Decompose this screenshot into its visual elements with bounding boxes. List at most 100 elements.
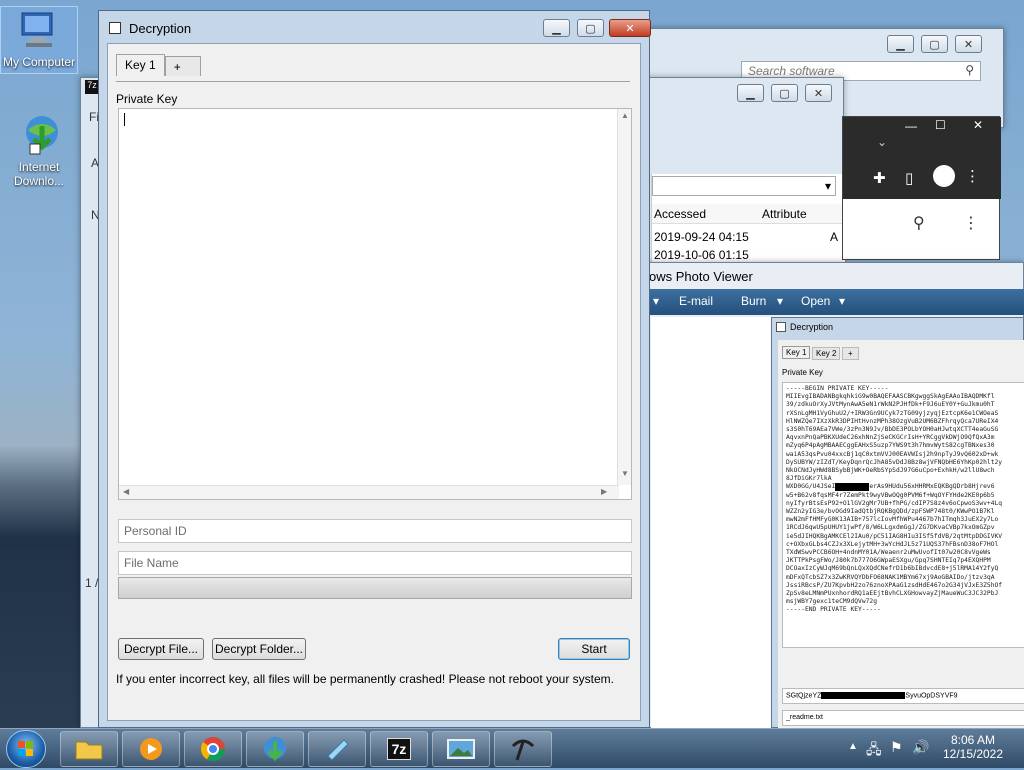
key-line: mDFxQTcbSZ7x3ZwKRVQYDbFO68NAK1MBYm67xj9A… — [786, 573, 995, 581]
desktop-icon-my-computer[interactable]: My Computer — [0, 6, 78, 74]
search-icon[interactable]: ⚲ — [913, 213, 925, 233]
key-line: NkOCNdJyHWd8BSybBjWK+OeRbSYpSdJ97G6uCpo+… — [786, 467, 995, 475]
window-title: Decryption — [129, 21, 192, 36]
maximize-button[interactable]: ▢ — [577, 19, 604, 37]
open-menu[interactable]: Open — [801, 294, 830, 308]
taskbar-notepad[interactable] — [308, 731, 366, 767]
key-tabs: Key 1 + — [116, 54, 201, 76]
chevron-down-icon[interactable]: ▾ — [777, 294, 783, 308]
more-icon[interactable]: ⋮ — [963, 213, 979, 233]
key-line: 39/zdkuOrXyJVtMynAwA5eN1rWkN2PJHfDk+F9J6… — [786, 401, 995, 409]
taskbar-explorer[interactable] — [60, 731, 118, 767]
key-line: nyIfyrBtsEsP92+O1lGV2gMr7UB+fhPG/cdIP7S8… — [786, 499, 1003, 507]
maximize-button[interactable]: ▢ — [921, 35, 948, 53]
key-line: 1RCdJ6qwU5pUHUY1jwPf/8/W6LLgxdmGgJ/ZG7DK… — [786, 524, 995, 532]
maximize-button[interactable]: ☐ — [935, 118, 946, 132]
volume-icon[interactable]: 🔊 — [912, 739, 929, 756]
close-button[interactable]: ✕ — [955, 35, 982, 53]
tab-add[interactable]: + — [164, 56, 201, 76]
minimize-button[interactable]: — — [905, 119, 917, 133]
scroll-left-icon[interactable]: ◀ — [123, 487, 129, 496]
clock-time: 8:06 AM — [950, 733, 996, 747]
taskbar-tool[interactable] — [494, 731, 552, 767]
key-line: HlNWZQe7IXzXkR3DPIHtHvnzMPh38OzgVuB2UM6B… — [786, 417, 999, 425]
private-key-textarea[interactable]: ▲ ▼ ◀ ▶ — [118, 108, 632, 500]
close-button[interactable]: ✕ — [609, 19, 651, 37]
minimize-button[interactable]: ▁ — [737, 84, 764, 102]
background-window-browser[interactable]: — ☐ ✕ ⌄ ✚ ▯ ⋮ ⚲ ⋮ — [842, 116, 1001, 260]
clock-date: 12/15/2022 — [942, 747, 1004, 761]
path-dropdown[interactable]: ▾ — [652, 176, 836, 196]
key-line: w5+B62v8fqsMF4r7ZemPkt9wyVBwOQg0PVM6f+Wq… — [786, 491, 995, 499]
network-icon[interactable]: 🖧 — [866, 739, 882, 763]
close-button[interactable]: ✕ — [973, 118, 983, 132]
key-line: WZZn2yIG3e/bvOGd9IadQtbjRQKBgQDd/zpFSWP7… — [786, 508, 995, 516]
decryption-client-area: Key 1 + Private Key ▲ ▼ ◀ ▶ Personal ID … — [107, 43, 641, 721]
key-line: c+OXbxGLbs4CZJx3XLejytMH+3wYcHdJL5z71UQS… — [786, 540, 999, 548]
taskbar-photo-viewer[interactable] — [432, 731, 490, 767]
personal-id-field: SGtQjzeYZ SyvuOpDSYVF9 — [782, 688, 1024, 704]
chevron-down-icon: ▾ — [824, 179, 831, 193]
clock[interactable]: 8:06 AM 12/15/2022 — [938, 733, 1008, 761]
scroll-up-icon[interactable]: ▲ — [621, 111, 629, 120]
scroll-right-icon[interactable]: ▶ — [601, 487, 607, 496]
key-line: ZpSv8eLMNmPUxnhordRQ1aEEjtBvhCLXGHowvayZ… — [786, 590, 999, 598]
tab-key-1[interactable]: Key 1 — [116, 54, 165, 76]
column-header-attribute[interactable]: Attribute — [762, 207, 807, 221]
decryption-window[interactable]: Decryption ▁ ▢ ✕ Key 1 + Private Key ▲ ▼… — [98, 10, 651, 728]
desktop-icon-internet-download[interactable]: Internet Downlo... — [0, 112, 78, 188]
chevron-down-icon[interactable]: ▾ — [653, 294, 659, 308]
minimize-button[interactable]: ▁ — [887, 35, 914, 53]
start-button[interactable] — [6, 730, 46, 768]
maximize-button[interactable]: ▢ — [771, 84, 798, 102]
file-accessed-date: 2019-10-06 01:15 — [654, 248, 749, 262]
key-line: -----BEGIN PRIVATE KEY----- — [786, 385, 889, 392]
photo-decryption-window: Decryption Key 1 Key 2 + Private Key ---… — [771, 317, 1024, 729]
7zip-icon: 7z — [85, 80, 99, 94]
app-icon — [109, 22, 121, 34]
key-line: WXD0GG/U4JSeIWnKVVXiQ2erAs9HUdu56xHHRMxE… — [786, 483, 995, 491]
key-line: ie5dJIHQKBgAMKCEl2IAu0/pC51IAG8HIu3ISf5f… — [786, 532, 1003, 540]
burn-menu[interactable]: Burn — [741, 294, 766, 308]
taskbar-7zip[interactable]: 7z — [370, 731, 428, 767]
download-manager-icon — [264, 737, 286, 762]
horizontal-scrollbar[interactable]: ◀ ▶ — [119, 485, 619, 499]
status-fragment: 1 / — [85, 576, 99, 590]
side-panel-icon[interactable]: ▯ — [905, 169, 913, 187]
show-hidden-icons[interactable]: ▲ — [848, 741, 858, 752]
minimize-button[interactable]: ▁ — [543, 19, 570, 37]
close-button[interactable]: ✕ — [805, 84, 832, 102]
key-line: MIIEvgIBADANBgkqhkiG9w0BAQEFAASCBKgwggSk… — [786, 393, 995, 401]
personal-id-input[interactable]: Personal ID — [118, 519, 632, 543]
vertical-scrollbar[interactable]: ▲ ▼ — [617, 109, 631, 485]
key-line: JssiRBcsP/ZU7KpvbH2zo76znoXPAaG1zsdHdE46… — [786, 581, 1003, 589]
key-line: rXSnLgMH1VyGhuU2/+IRW3Gn9UCyk7zTG09yjzyq… — [786, 409, 999, 417]
start-button[interactable]: Start — [558, 638, 630, 660]
key-line: AqvxnPnQaPBKXUdeC26xhNnZjSeCKGCrIsH+YRCg… — [786, 434, 995, 442]
file-name-input[interactable]: File Name — [118, 551, 632, 575]
key-line: DySUBYW/zIZdT/KeyDqnrQcJhA85vDdJ8Bz8wjVF… — [786, 458, 1003, 466]
scroll-down-icon[interactable]: ▼ — [621, 469, 629, 478]
action-center-icon[interactable]: ⚑ — [890, 739, 903, 756]
taskbar-media-player[interactable] — [122, 731, 180, 767]
folder-icon — [75, 741, 103, 760]
taskbar-chrome[interactable] — [184, 731, 242, 767]
tab-add: + — [842, 347, 859, 360]
key-line: TXdWSwvPCCB6OH+4ndnMY01A/Weaenr2uMwUvofI… — [786, 549, 991, 557]
window-title: Decryption — [790, 322, 834, 332]
extensions-icon[interactable]: ✚ — [873, 169, 886, 187]
chevron-down-icon[interactable]: ⌄ — [877, 135, 887, 149]
chevron-down-icon[interactable]: ▾ — [839, 294, 845, 308]
key-line: s3S0hT69AEa7VWe/3zPn3N9Jv/BbDE3POLbYOH0a… — [786, 426, 999, 434]
decrypt-file-button[interactable]: Decrypt File... — [118, 638, 204, 660]
email-menu[interactable]: E-mail — [679, 294, 713, 308]
menu-icon[interactable]: ⋮ — [965, 167, 980, 185]
column-header-accessed[interactable]: Accessed — [654, 207, 706, 221]
profile-avatar[interactable] — [933, 165, 955, 187]
key-line: mwN2mFfHMFyG0K13AIB+757lcIovMfhWPu4467b7… — [786, 516, 999, 524]
taskbar-download-manager[interactable] — [246, 731, 304, 767]
decrypt-folder-button[interactable]: Decrypt Folder... — [212, 638, 306, 660]
warning-message: If you enter incorrect key, all files wi… — [116, 672, 615, 686]
file-accessed-date: 2019-09-24 04:15 — [654, 230, 749, 244]
media-player-icon — [140, 738, 162, 760]
